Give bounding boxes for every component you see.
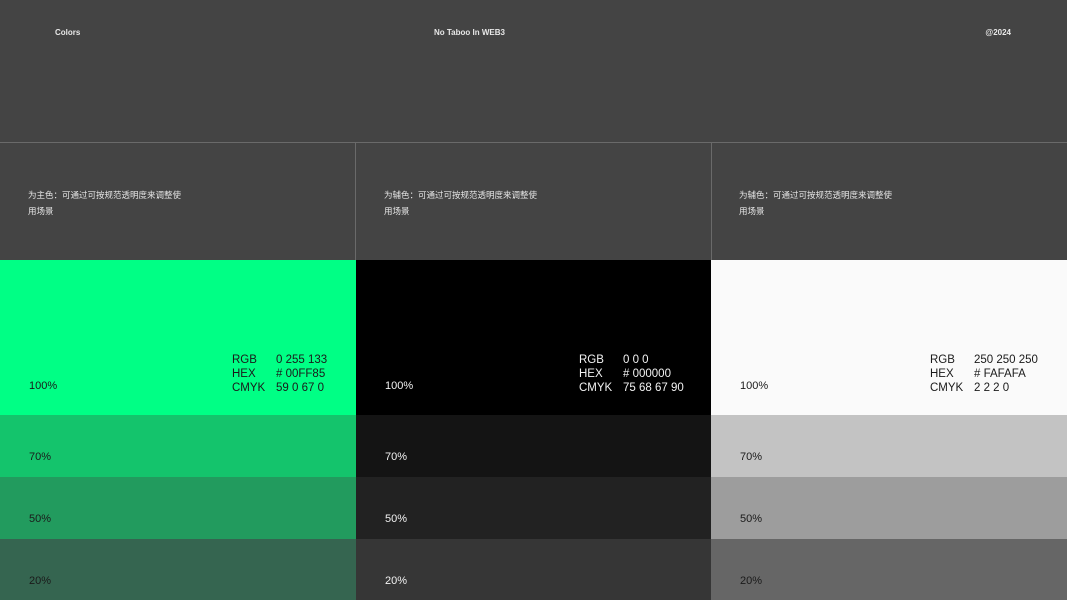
cmyk-value: 59 0 67 0	[276, 382, 324, 394]
color-column-secondary-white: 为辅色：可通过可按规范透明度来调整使 用场景 100% RGB 250 250 2…	[711, 143, 1067, 600]
header-year: @2024	[985, 28, 1011, 37]
hex-value: # 00FF85	[276, 368, 326, 380]
swatch-100: 100% RGB 250 250 250 HEX # FAFAFA CMYK 2 2 …	[711, 260, 1067, 415]
spec-label: RGB	[232, 354, 257, 366]
swatch-label: 20%	[385, 575, 408, 587]
rgb-value: 250 250 250	[974, 354, 1038, 366]
swatch-20: 20%	[0, 539, 356, 600]
swatch-50: 50%	[711, 477, 1067, 539]
swatch-label: 50%	[385, 513, 408, 525]
swatch-70: 70%	[356, 415, 711, 477]
rgb-value: 0 255 133	[276, 354, 328, 366]
color-specs: RGB 0 0 0 HEX # 000000 CMYK 75 68 67 90	[579, 353, 684, 395]
spec-label: RGB	[579, 354, 604, 366]
swatch-label: 100%	[29, 380, 58, 392]
swatch-label: 50%	[740, 513, 763, 525]
spec-label: CMYK	[232, 382, 266, 394]
header-title: Colors	[55, 28, 81, 37]
swatch-50: 50%	[356, 477, 711, 539]
color-column-primary: 为主色：可通过可按规范透明度来调整使 用场景 100% RGB 0 255 133…	[0, 143, 356, 600]
swatch-100: 100% RGB 0 255 133 HEX # 00FF85 CMYK 59 0 6…	[0, 260, 356, 415]
swatch-70: 70%	[711, 415, 1067, 477]
description-line: 为辅色：可通过可按规范透明度来调整使	[384, 190, 538, 200]
spec-label: CMYK	[930, 382, 964, 394]
spec-label: HEX	[232, 368, 256, 380]
description-line: 为辅色：可通过可按规范透明度来调整使	[739, 190, 893, 200]
column-divider	[355, 143, 356, 260]
swatch-label: 100%	[385, 380, 414, 392]
color-description: 为主色：可通过可按规范透明度来调整使 用场景	[28, 187, 198, 219]
swatch-label: 70%	[29, 451, 52, 463]
spec-label: HEX	[579, 368, 603, 380]
swatch-label: 70%	[385, 451, 408, 463]
swatch-label: 20%	[29, 575, 52, 587]
spec-label: CMYK	[579, 382, 613, 394]
cmyk-value: 2 2 2 0	[974, 382, 1010, 394]
description-line: 用场景	[384, 206, 410, 216]
column-divider	[711, 143, 712, 260]
rgb-value: 0 0 0	[623, 354, 649, 366]
swatch-label: 70%	[740, 451, 763, 463]
swatch-label: 100%	[740, 380, 769, 392]
spec-label: RGB	[930, 354, 955, 366]
hex-value: # FAFAFA	[974, 368, 1026, 380]
swatch-70: 70%	[0, 415, 356, 477]
hex-value: # 000000	[623, 368, 671, 380]
swatch-label: 50%	[29, 513, 52, 525]
description-line: 用场景	[28, 206, 54, 216]
description-line: 为主色：可通过可按规范透明度来调整使	[28, 190, 182, 200]
color-description: 为辅色：可通过可按规范透明度来调整使 用场景	[739, 187, 909, 219]
swatch-100: 100% RGB 0 0 0 HEX # 000000 CMYK 75 68 67 9…	[356, 260, 711, 415]
description-line: 用场景	[739, 206, 765, 216]
header-subtitle: No Taboo In WEB3	[434, 28, 505, 37]
swatch-20: 20%	[356, 539, 711, 600]
spec-label: HEX	[930, 368, 954, 380]
swatch-20: 20%	[711, 539, 1067, 600]
swatch-label: 20%	[740, 575, 763, 587]
cmyk-value: 75 68 67 90	[623, 382, 684, 394]
color-description: 为辅色：可通过可按规范透明度来调整使 用场景	[384, 187, 554, 219]
color-specs: RGB 0 255 133 HEX # 00FF85 CMYK 59 0 67 0	[232, 353, 327, 395]
color-specs: RGB 250 250 250 HEX # FAFAFA CMYK 2 2 2 0	[930, 353, 1038, 395]
swatch-50: 50%	[0, 477, 356, 539]
color-column-secondary-black: 为辅色：可通过可按规范透明度来调整使 用场景 100% RGB 0 0 0 HEX…	[356, 143, 711, 600]
